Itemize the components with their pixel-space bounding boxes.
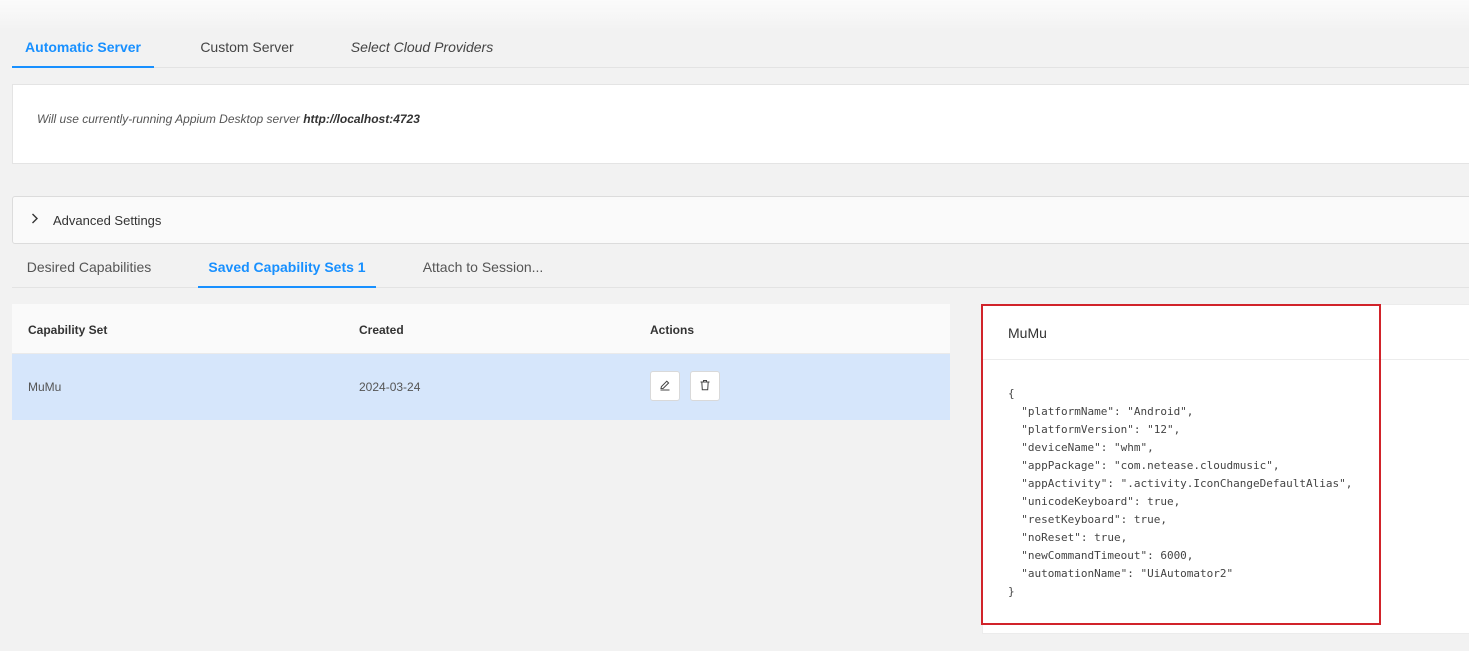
advanced-settings-label: Advanced Settings — [53, 213, 162, 228]
chevron-right-icon — [31, 212, 39, 227]
table-header: Capability Set Created Actions — [12, 304, 950, 354]
header-created: Created — [359, 323, 404, 337]
server-info-prefix: Will use currently-running Appium Deskto… — [37, 112, 304, 126]
server-info-panel: Will use currently-running Appium Deskto… — [12, 84, 1469, 164]
delete-icon — [699, 379, 711, 394]
server-url: http://localhost:4723 — [303, 112, 420, 126]
advanced-settings-collapse[interactable]: Advanced Settings — [12, 196, 1469, 244]
delete-button[interactable] — [690, 371, 720, 401]
capability-json: { "platformName": "Android", "platformVe… — [1008, 387, 1353, 598]
tab-automatic-server[interactable]: Automatic Server — [12, 28, 154, 68]
tab-cloud-providers[interactable]: Select Cloud Providers — [342, 28, 502, 68]
header-actions: Actions — [650, 323, 695, 337]
tab-attach-to-session[interactable]: Attach to Session... — [408, 248, 558, 288]
edit-icon — [659, 379, 671, 394]
detail-title: MuMu — [983, 305, 1469, 360]
server-tabs: Automatic Server Custom Server Select Cl… — [12, 28, 1469, 68]
saved-capabilities-table: Capability Set Created Actions MuMu 2024… — [12, 304, 950, 420]
top-shade — [0, 0, 1469, 30]
header-capability-set: Capability Set — [28, 323, 108, 337]
capability-tabs: Desired Capabilities Saved Capability Se… — [12, 248, 1469, 288]
tab-desired-capabilities[interactable]: Desired Capabilities — [12, 248, 166, 288]
table-row[interactable]: MuMu 2024-03-24 — [12, 354, 950, 420]
tab-custom-server[interactable]: Custom Server — [184, 28, 310, 68]
tab-saved-capability-sets[interactable]: Saved Capability Sets 1 — [198, 248, 376, 288]
server-info-text: Will use currently-running Appium Deskto… — [37, 112, 420, 126]
row-capability-name: MuMu — [28, 380, 62, 394]
edit-button[interactable] — [650, 371, 680, 401]
capability-detail-card: MuMu { "platformName": "Android", "platf… — [982, 304, 1469, 634]
row-created-date: 2024-03-24 — [359, 380, 421, 394]
